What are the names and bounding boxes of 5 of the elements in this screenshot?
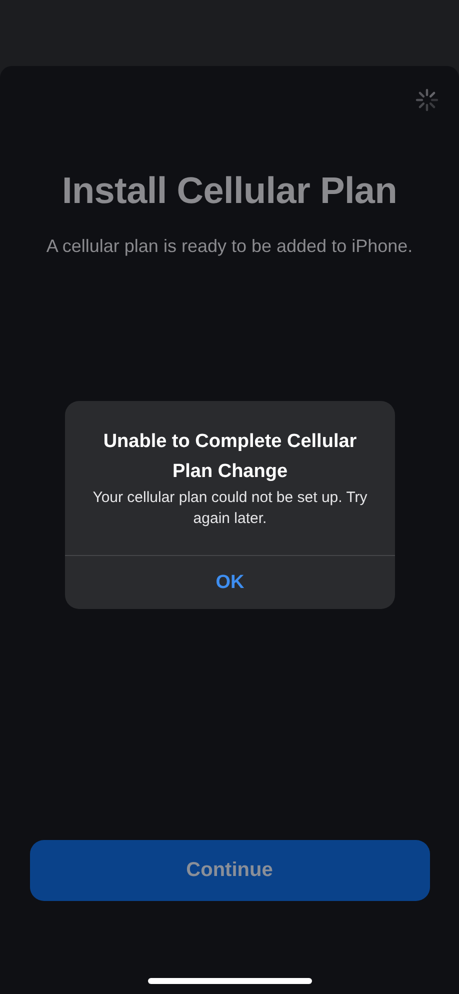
screen-title: Install Cellular Plan [62,170,398,212]
alert-button[interactable]: OK [65,556,395,609]
alert-message: Your cellular plan could not be set up. Try again later. [92,488,368,529]
alert-title: Unable to Complete Cellular Plan Change [102,430,358,484]
screen-subtitle: A cellular plan is ready to be added to iPhone. [46,236,413,257]
